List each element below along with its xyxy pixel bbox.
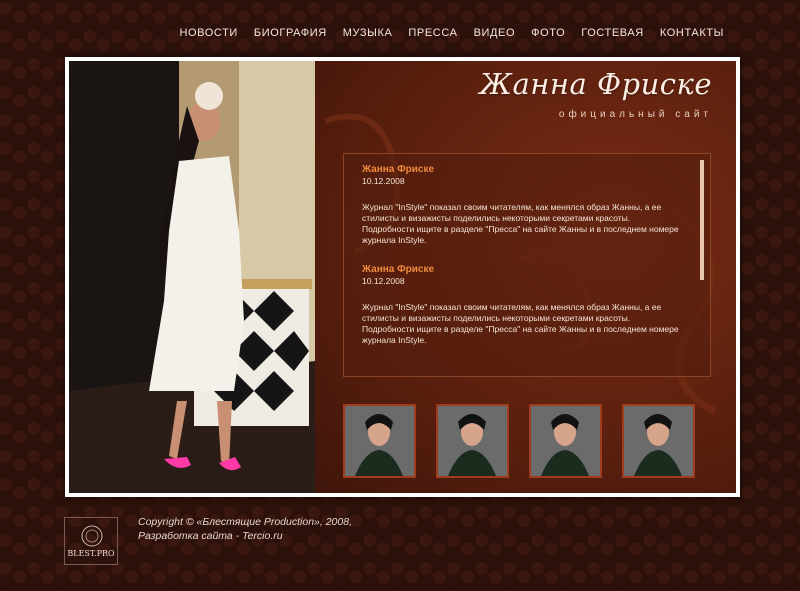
news-date: 10.12.2008 [362,176,405,186]
news-item: Жанна Фриске 10.12.2008 Журнал "InStyle"… [362,264,682,346]
nav-item-guestbook[interactable]: ГОСТЕВАЯ [573,26,652,40]
nav-item-news[interactable]: НОВОСТИ [171,26,245,40]
photo-thumbnail[interactable] [343,404,416,478]
nav-item-photo[interactable]: ФОТО [523,26,573,40]
news-list: Жанна Фриске 10.12.2008 Журнал "InStyle"… [362,164,682,364]
nav-item-music[interactable]: МУЗЫКА [335,26,401,40]
main-nav: НОВОСТИ БИОГРАФИЯ МУЗЫКА ПРЕССА ВИДЕО ФО… [171,26,732,40]
news-title[interactable]: Жанна Фриске [362,264,682,275]
news-text: Журнал "InStyle" показал своим читателям… [362,202,679,245]
news-text: Журнал "InStyle" показал своим читателям… [362,302,679,345]
news-box: Жанна Фриске 10.12.2008 Журнал "InStyle"… [343,153,711,377]
footer-logo[interactable]: BLEST.PRO [64,517,118,565]
photo-thumbnail[interactable] [436,404,509,478]
news-title[interactable]: Жанна Фриске [362,164,682,175]
content-panel: Жанна Фриске официальный сайт Жанна Фрис… [315,61,736,493]
site-title: Жанна Фриске [479,67,712,101]
nav-item-contacts[interactable]: КОНТАКТЫ [652,26,732,40]
nav-item-video[interactable]: ВИДЕО [466,26,524,40]
nav-item-biography[interactable]: БИОГРАФИЯ [246,26,335,40]
footer-logo-text: BLEST.PRO [67,549,115,558]
copyright-line-1: Copyright © «Блестящие Production», 2008… [138,516,352,528]
copyright-line-2: Разработка сайта - Tercio.ru [138,530,283,542]
news-item: Жанна Фриске 10.12.2008 Журнал "InStyle"… [362,164,682,246]
photo-thumbnails [343,404,695,478]
photo-thumbnail[interactable] [529,404,602,478]
nav-item-press[interactable]: ПРЕССА [400,26,465,40]
news-scrollbar[interactable] [700,160,704,280]
photo-thumbnail[interactable] [622,404,695,478]
footer-copyright: Copyright © «Блестящие Production», 2008… [138,515,352,543]
news-date: 10.12.2008 [362,276,405,286]
site-subtitle: официальный сайт [558,109,712,120]
content-frame: Жанна Фриске официальный сайт Жанна Фрис… [65,57,740,497]
main-photo [69,61,315,493]
